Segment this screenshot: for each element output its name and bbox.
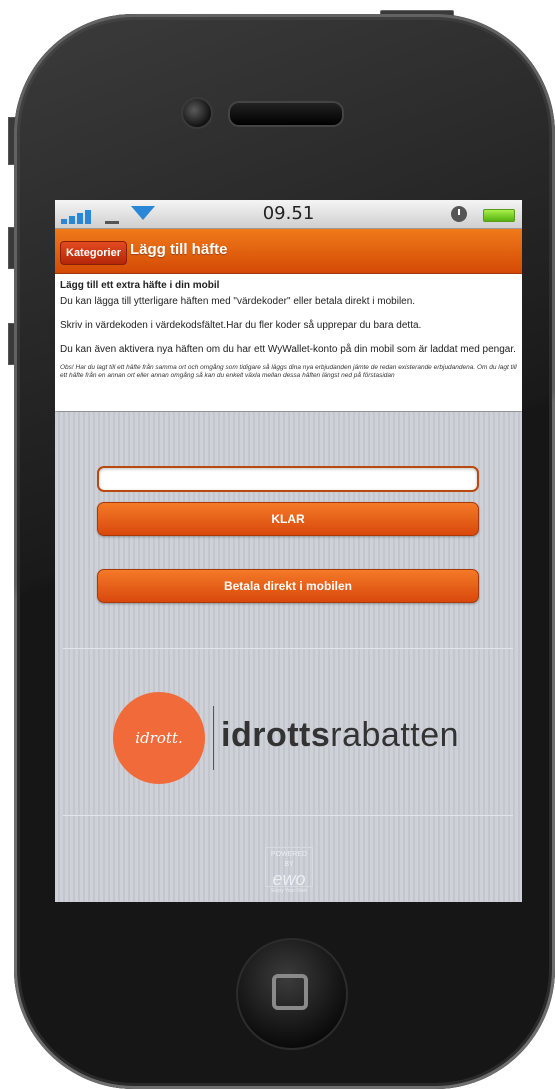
ewo-tagline: Enjoy Your Own [271, 888, 307, 894]
info-paragraph-2: Skriv in värdekoden i värdekodsfältet.Ha… [60, 320, 422, 331]
camera-icon [181, 97, 213, 129]
info-heading: Lägg till ett extra häfte i din mobil [60, 280, 220, 291]
divider [63, 815, 513, 816]
phone-screen: 09.51 Kategorier Lägg till häfte Lägg ti… [55, 200, 522, 902]
speaker-grille [228, 101, 344, 127]
info-note: Obs! Har du lagt till ett häfte från sam… [60, 364, 517, 379]
page-title: Lägg till häfte [130, 241, 228, 258]
logo-divider [213, 706, 214, 770]
info-paragraph-3: Du kan även aktivera nya häften om du ha… [60, 344, 516, 355]
code-input[interactable] [97, 466, 479, 492]
home-square-icon [272, 974, 308, 1010]
betala-direkt-button[interactable]: Betala direkt i mobilen [97, 569, 479, 603]
powered-by-ewo-logo: POWERED BY ewo Enjoy Your Own [265, 847, 313, 894]
logo-bold: idrotts [221, 716, 331, 754]
kategorier-button[interactable]: Kategorier [60, 241, 128, 265]
form-area: KLAR Betala direkt i mobilen idrott. idr… [55, 412, 522, 902]
title-bar: Kategorier Lägg till häfte [55, 229, 522, 274]
status-bar: 09.51 [55, 200, 522, 229]
info-panel: Lägg till ett extra häfte i din mobil Du… [55, 274, 522, 411]
idrottsrabatten-logo: idrottsrabatten [221, 716, 459, 755]
powered-by-label: POWERED BY [270, 851, 308, 868]
alarm-clock-icon [451, 206, 467, 222]
info-paragraph-1: Du kan lägga till ytterligare häften med… [60, 296, 416, 307]
home-button[interactable] [236, 938, 348, 1050]
logo-light: rabatten [330, 716, 460, 754]
ewo-brand: ewo [272, 869, 306, 889]
idrott-logo-circle: idrott. [113, 692, 205, 784]
divider [63, 648, 513, 649]
battery-icon [483, 209, 515, 222]
klar-button[interactable]: KLAR [97, 502, 479, 536]
